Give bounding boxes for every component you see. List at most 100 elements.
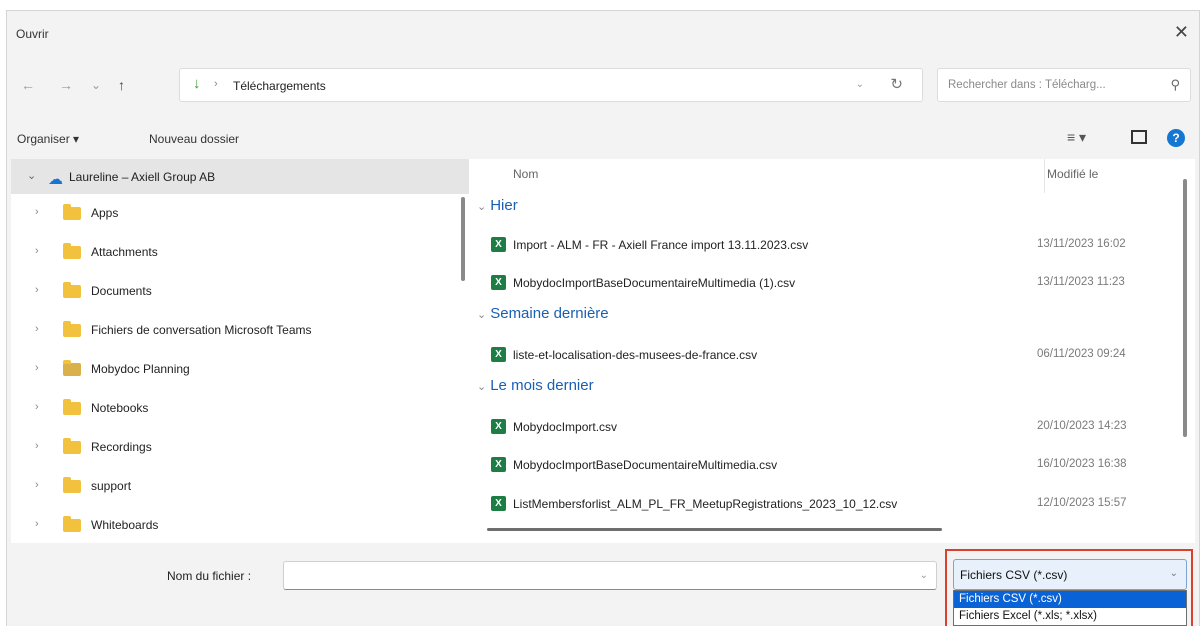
shared-folder-icon	[63, 360, 81, 376]
horizontal-scrollbar[interactable]	[487, 528, 942, 531]
search-placeholder[interactable]: Rechercher dans : Télécharg...	[948, 79, 1106, 91]
preview-pane-icon[interactable]	[1131, 130, 1147, 144]
filename-field[interactable]: ⌄	[283, 561, 937, 590]
top-strip	[0, 0, 1200, 10]
file-row[interactable]: X liste-et-localisation-des-musees-de-fr…	[469, 339, 1195, 373]
file-date: 16/10/2023 16:38	[1037, 458, 1127, 470]
sidebar-item-label: Whiteboards	[91, 518, 159, 532]
chevron-down-icon[interactable]: ⌄	[1170, 568, 1178, 579]
folder-icon	[63, 282, 81, 298]
sidebar-item-recordings[interactable]: › Recordings	[11, 429, 469, 467]
sidebar-item-attachments[interactable]: › Attachments	[11, 234, 469, 272]
file-type-option-csv[interactable]: Fichiers CSV (*.csv)	[954, 591, 1186, 608]
file-row[interactable]: X MobydocImportBaseDocumentaireMultimedi…	[469, 267, 1195, 301]
chevron-down-icon[interactable]: ⌄	[477, 309, 486, 321]
file-type-option-excel[interactable]: Fichiers Excel (*.xls; *.xlsx)	[954, 608, 1186, 625]
filename-label: Nom du fichier :	[167, 569, 252, 583]
file-type-select[interactable]: Fichiers CSV (*.csv) ⌄	[953, 559, 1187, 590]
address-bar[interactable]: ↓ › Téléchargements ⌄ ↻	[179, 68, 923, 102]
file-name[interactable]: MobydocImport.csv	[513, 420, 617, 434]
file-list-pane: Nom Modifié le ⌄ Hier X Import - ALM - FR…	[469, 159, 1195, 543]
chevron-right-icon[interactable]: ›	[35, 401, 39, 413]
file-name[interactable]: MobydocImportBaseDocumentaireMultimedia …	[513, 276, 795, 290]
sidebar-item-label: support	[91, 479, 132, 493]
sidebar-item-label: Documents	[91, 284, 152, 298]
recent-locations-chevron-icon[interactable]: ⌄	[91, 78, 101, 92]
sidebar-item-support[interactable]: › support	[11, 468, 469, 506]
onedrive-cloud-icon: ☁	[48, 171, 63, 188]
file-date: 13/11/2023 16:02	[1037, 238, 1126, 250]
file-name[interactable]: Import - ALM - FR - Axiell France import…	[513, 238, 808, 252]
sidebar-item-documents[interactable]: › Documents	[11, 273, 469, 311]
chevron-right-icon[interactable]: ›	[35, 362, 39, 374]
organize-menu-button[interactable]: Organiser ▾	[17, 132, 79, 146]
sidebar-root-item[interactable]: ⌄ ☁ Laureline – Axiell Group AB	[11, 159, 469, 194]
up-arrow-icon[interactable]: ↑	[118, 77, 125, 93]
search-icon[interactable]: ⚲	[1170, 77, 1180, 93]
chevron-down-icon[interactable]: ⌄	[477, 381, 486, 393]
sidebar-scrollbar[interactable]	[461, 197, 465, 281]
forward-arrow-icon[interactable]: →	[59, 77, 73, 93]
column-divider[interactable]	[1044, 159, 1045, 193]
dialog-title: Ouvrir	[16, 27, 49, 41]
file-row[interactable]: X MobydocImport.csv 20/10/2023 14:23	[469, 411, 1195, 445]
back-arrow-icon[interactable]: ←	[21, 77, 35, 93]
file-name[interactable]: MobydocImportBaseDocumentaireMultimedia.…	[513, 458, 777, 472]
file-name[interactable]: liste-et-localisation-des-musees-de-fran…	[513, 348, 757, 362]
new-folder-button[interactable]: Nouveau dossier	[149, 132, 239, 146]
sidebar-item-teams-files[interactable]: › Fichiers de conversation Microsoft Tea…	[11, 312, 469, 350]
column-header-modified[interactable]: Modifié le	[1047, 167, 1098, 181]
folder-icon	[63, 438, 81, 454]
chevron-right-icon[interactable]: ›	[35, 284, 39, 296]
chevron-right-icon[interactable]: ›	[35, 440, 39, 452]
excel-file-icon: X	[491, 347, 506, 362]
folder-icon	[63, 204, 81, 220]
excel-file-icon: X	[491, 275, 506, 290]
file-row[interactable]: X ListMembersforlist_ALM_PL_FR_MeetupReg…	[469, 488, 1195, 522]
sidebar-item-label: Fichiers de conversation Microsoft Teams	[91, 323, 312, 337]
view-options-icon[interactable]: ≡ ▾	[1067, 129, 1086, 146]
chevron-down-icon[interactable]: ⌄	[27, 169, 36, 182]
file-name[interactable]: ListMembersforlist_ALM_PL_FR_MeetupRegis…	[513, 497, 897, 511]
navigation-bar: ← → ⌄ ↑ ↓ › Téléchargements ⌄ ↻ Recherch…	[7, 61, 1199, 111]
chevron-right-icon[interactable]: ›	[35, 479, 39, 491]
chevron-down-icon[interactable]: ⌄	[856, 79, 864, 90]
file-list-scrollbar[interactable]	[1183, 179, 1187, 437]
chevron-right-icon[interactable]: ›	[35, 518, 39, 530]
folder-icon	[63, 321, 81, 337]
help-icon[interactable]: ?	[1167, 129, 1185, 147]
excel-file-icon: X	[491, 457, 506, 472]
file-date: 13/11/2023 11:23	[1037, 276, 1125, 288]
chevron-down-icon[interactable]: ⌄	[920, 570, 928, 581]
excel-file-icon: X	[491, 419, 506, 434]
sidebar-item-label: Recordings	[91, 440, 152, 454]
file-date: 06/11/2023 09:24	[1037, 348, 1126, 360]
group-header-yesterday[interactable]: ⌄ Hier	[477, 197, 518, 214]
column-header-name[interactable]: Nom	[513, 167, 538, 181]
chevron-right-icon[interactable]: ›	[35, 206, 39, 218]
sidebar-item-label: Mobydoc Planning	[91, 362, 190, 376]
chevron-right-icon[interactable]: ›	[35, 245, 39, 257]
file-row[interactable]: X Import - ALM - FR - Axiell France impo…	[469, 229, 1195, 263]
breadcrumb-path[interactable]: Téléchargements	[233, 79, 326, 93]
download-icon: ↓	[193, 75, 201, 92]
sidebar-item-notebooks[interactable]: › Notebooks	[11, 390, 469, 428]
sidebar-item-whiteboards[interactable]: › Whiteboards	[11, 507, 469, 543]
excel-file-icon: X	[491, 237, 506, 252]
group-label: Le mois dernier	[490, 377, 594, 394]
file-type-selected-value[interactable]: Fichiers CSV (*.csv)	[960, 568, 1067, 582]
navigation-pane: ⌄ ☁ Laureline – Axiell Group AB › Apps ›…	[11, 159, 469, 543]
group-header-last-month[interactable]: ⌄ Le mois dernier	[477, 377, 594, 394]
refresh-icon[interactable]: ↻	[890, 75, 903, 93]
file-row[interactable]: X MobydocImportBaseDocumentaireMultimedi…	[469, 449, 1195, 483]
group-header-last-week[interactable]: ⌄ Semaine dernière	[477, 305, 609, 322]
search-box[interactable]: Rechercher dans : Télécharg... ⚲	[937, 68, 1191, 102]
file-date: 12/10/2023 15:57	[1037, 497, 1127, 509]
sidebar-item-apps[interactable]: › Apps	[11, 195, 469, 233]
sidebar-item-label: Notebooks	[91, 401, 149, 415]
sidebar-item-mobydoc-planning[interactable]: › Mobydoc Planning	[11, 351, 469, 389]
title-bar: Ouvrir ✕	[7, 11, 1199, 53]
close-icon[interactable]: ✕	[1174, 22, 1189, 43]
chevron-down-icon[interactable]: ⌄	[477, 201, 486, 213]
chevron-right-icon[interactable]: ›	[35, 323, 39, 335]
